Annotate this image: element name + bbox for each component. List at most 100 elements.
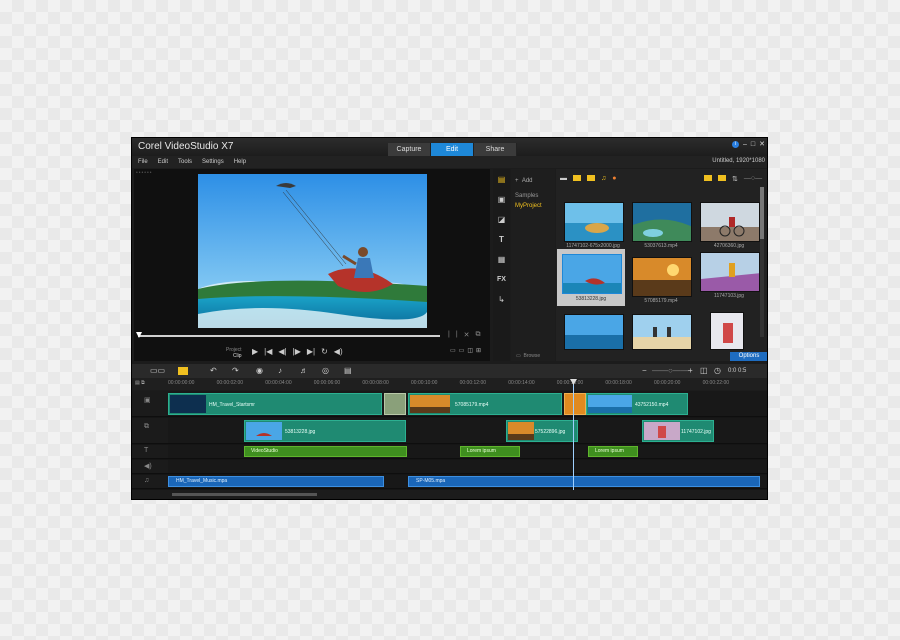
instant-project-icon[interactable]: ▣ (496, 195, 507, 205)
storyboard-view-icon[interactable]: ▭▭ (150, 366, 165, 375)
menu-edit[interactable]: Edit (158, 159, 168, 165)
tc-icon-1[interactable]: ▭ (450, 347, 456, 354)
thumb-3[interactable] (700, 202, 760, 242)
timeline-zoom-slider[interactable]: ——○—— (652, 366, 689, 375)
transition-clip-2[interactable] (564, 393, 586, 415)
go-start-icon[interactable]: |◀ (264, 347, 272, 356)
title-clip-3[interactable]: Lorem ipsum (588, 446, 638, 457)
prev-frame-icon[interactable]: ◀| (278, 347, 286, 356)
scrub-handle[interactable] (136, 332, 142, 338)
menu-file[interactable]: File (138, 159, 148, 165)
overlay-track-icon[interactable]: ⧉ (144, 423, 149, 431)
folder-samples[interactable]: Samples (515, 193, 538, 199)
auto-music-icon[interactable]: ♬ (300, 366, 308, 375)
project-clip-toggle[interactable]: Project Clip (226, 347, 242, 359)
tc-icon-4[interactable]: ⊞ (476, 347, 481, 354)
sound-mixer-icon[interactable]: ♪ (278, 366, 282, 375)
graphic-icon[interactable]: ▦ (496, 255, 507, 265)
zoom-slider[interactable]: —○— (744, 175, 762, 183)
video-clip-3[interactable]: 43752150.mp4 (586, 393, 688, 415)
overlay-clip-1[interactable]: 53813228.jpg (244, 420, 406, 442)
music-clip-1[interactable]: HM_Travel_Music.mpa (168, 476, 384, 487)
undo-icon[interactable]: ↶ (210, 366, 217, 375)
music-clip-2[interactable]: SP-M05.mpa (408, 476, 760, 487)
music-track-icon[interactable]: ♫ (144, 477, 149, 484)
zoom-in-icon[interactable]: + (688, 366, 693, 375)
maximize-icon[interactable]: □ (751, 141, 755, 148)
thumb-9[interactable] (710, 312, 744, 350)
show-audio-icon[interactable]: ♫ (601, 175, 606, 182)
show-color-icon[interactable]: ● (612, 175, 616, 182)
repeat-icon[interactable]: ↻ (321, 347, 328, 356)
play-icon[interactable]: ▶ (252, 347, 258, 356)
record-capture-icon[interactable]: ◉ (256, 366, 263, 375)
timeline-ruler[interactable]: ▤ ⧉ 00:00:00:00 00:00:02:00 00:00:04:00 00:… (132, 378, 767, 390)
tab-capture[interactable]: Capture (388, 143, 431, 156)
split-icon[interactable]: ✕ (464, 331, 470, 339)
media-icon[interactable]: ▤ (496, 175, 507, 185)
track-manager-icon[interactable]: ▤ ⧉ (135, 380, 145, 386)
title-track-icon[interactable]: T (144, 447, 148, 454)
title-clip-2[interactable]: Lorem ipsum (460, 446, 520, 457)
menu-tools[interactable]: Tools (178, 159, 192, 165)
mark-out-icon[interactable]: | (456, 331, 458, 339)
tc-icon-3[interactable]: ◫ (467, 347, 473, 354)
fit-project-icon[interactable]: ◫ (700, 366, 708, 375)
clip-mode-label[interactable]: Clip (233, 353, 242, 359)
transition-clip-1[interactable] (384, 393, 406, 415)
thumbnail-view-icon[interactable] (704, 175, 712, 181)
timeline-scrollbar[interactable] (172, 493, 317, 496)
thumb-2[interactable] (632, 202, 692, 242)
show-video-icon[interactable] (573, 175, 581, 181)
close-icon[interactable]: ✕ (759, 140, 765, 148)
next-frame-icon[interactable]: |▶ (293, 347, 301, 356)
library-scrollbar[interactable] (760, 187, 764, 337)
list-view-icon[interactable] (718, 175, 726, 181)
info-icon[interactable]: i (731, 140, 739, 148)
folder-myproject[interactable]: MyProject (515, 203, 542, 209)
timecode-icon[interactable]: ◷ (714, 366, 721, 375)
overlay-clip-2[interactable]: 57522896.jpg (506, 420, 578, 442)
show-photo-icon[interactable] (587, 175, 595, 181)
thumb-4[interactable] (562, 254, 622, 294)
panel-grip[interactable]: •••••• (136, 170, 153, 176)
menu-settings[interactable]: Settings (202, 159, 224, 165)
timeline-view-icon[interactable] (178, 367, 188, 375)
sort-icon[interactable]: ⇅ (732, 175, 738, 183)
thumb-5[interactable] (632, 257, 692, 297)
zoom-out-icon[interactable]: − (642, 366, 647, 375)
minimize-icon[interactable]: – (743, 141, 747, 148)
tab-share[interactable]: Share (474, 143, 517, 156)
thumb-8[interactable] (632, 314, 692, 350)
overlay-clip-3[interactable]: 11747102.jpg (642, 420, 714, 442)
subtitle-editor-icon[interactable]: ▤ (344, 366, 352, 375)
thumb-6[interactable] (700, 252, 760, 292)
library-scroll-thumb[interactable] (760, 187, 764, 239)
folder-icon[interactable]: ▬ (560, 175, 567, 182)
transition-icon[interactable]: ◪ (496, 215, 507, 225)
video-clip-2[interactable]: 57085179.mp4 (408, 393, 562, 415)
title-icon[interactable]: T (496, 235, 507, 245)
video-clip-1[interactable]: HM_Travel_Startsmr (168, 393, 382, 415)
menu-help[interactable]: Help (234, 159, 246, 165)
fx-icon[interactable]: FX (496, 275, 507, 285)
scrub-bar[interactable] (136, 332, 440, 338)
options-button[interactable]: Options (730, 352, 767, 361)
playhead-line[interactable] (573, 382, 574, 490)
mark-in-icon[interactable]: | (448, 331, 450, 339)
path-icon[interactable]: ↳ (496, 295, 507, 305)
enlarge-icon[interactable]: ⧉ (476, 331, 481, 339)
thumb-1[interactable] (564, 202, 624, 242)
go-end-icon[interactable]: ▶| (307, 347, 315, 356)
motion-tracking-icon[interactable]: ◎ (322, 366, 329, 375)
voice-track-icon[interactable]: ◀) (144, 462, 152, 470)
browse-button[interactable]: ▭ Browse (516, 353, 540, 359)
tc-icon-2[interactable]: ▭ (459, 347, 465, 354)
add-folder-button[interactable]: + Add (515, 178, 533, 184)
title-clip-1[interactable]: VideoStudio (244, 446, 407, 457)
volume-icon[interactable]: ◀) (334, 347, 343, 356)
tab-edit[interactable]: Edit (431, 143, 474, 156)
video-track-icon[interactable]: ▣ (144, 396, 151, 404)
redo-icon[interactable]: ↷ (232, 366, 239, 375)
thumb-7[interactable] (564, 314, 624, 350)
